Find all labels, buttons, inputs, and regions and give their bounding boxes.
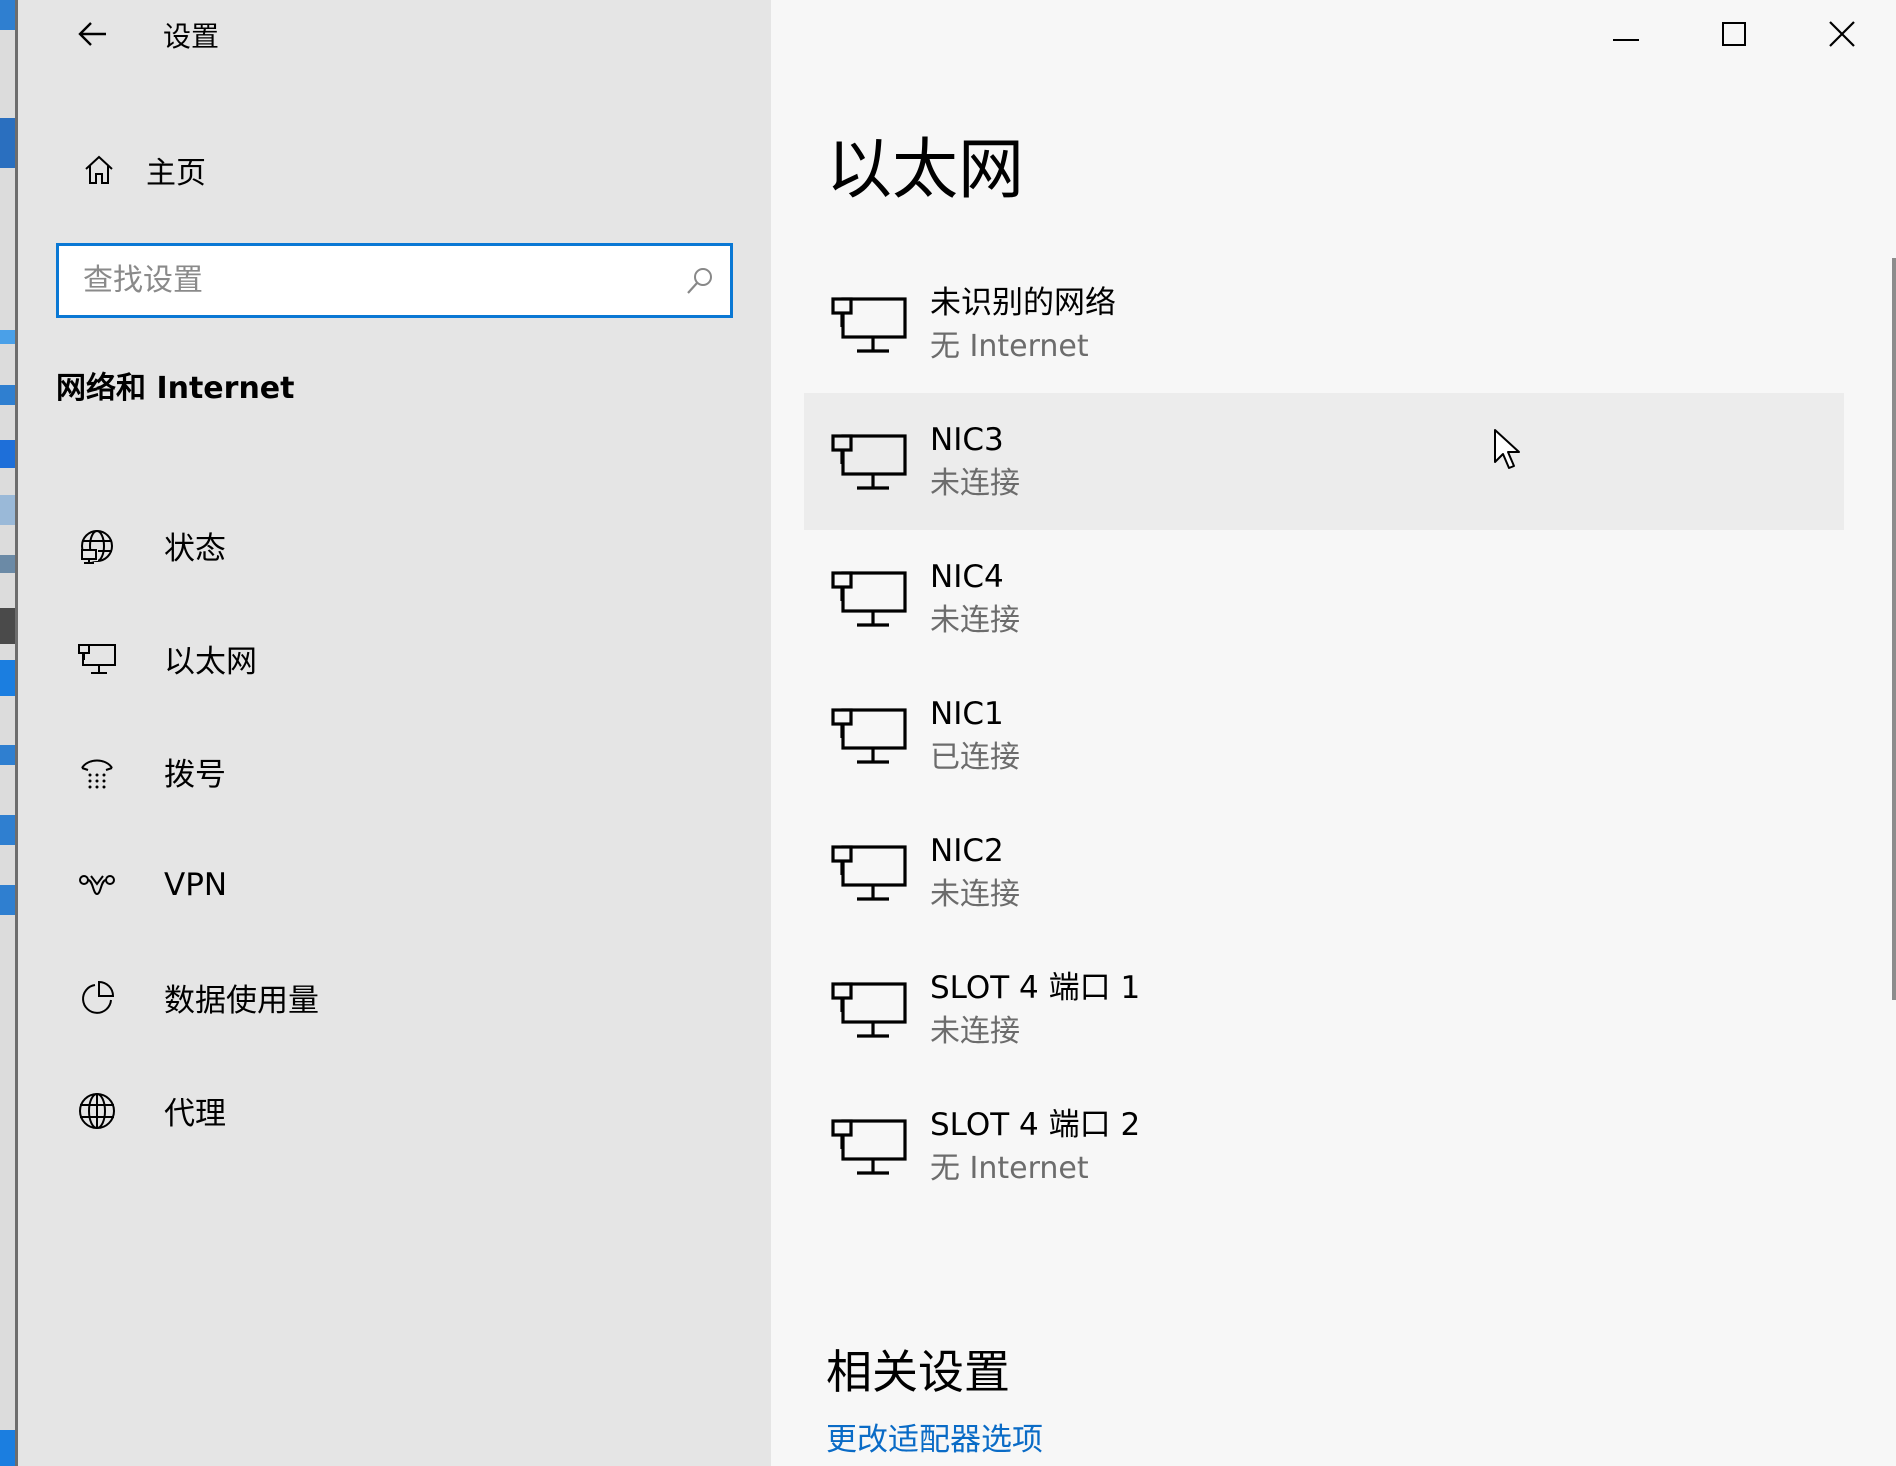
network-list: 未识别的网络 无 Internet NIC3 未连接 NIC4 未连接 NIC1… <box>804 256 1844 1215</box>
related-settings-title: 相关设置 <box>826 1345 1010 1399</box>
app-title: 设置 <box>163 20 220 53</box>
search-box[interactable] <box>56 243 733 318</box>
network-name: NIC2 <box>930 832 1004 869</box>
network-status: 无 Internet <box>930 1150 1089 1186</box>
sidebar-item-label: 以太网 <box>164 644 257 680</box>
desktop-icon[interactable] <box>0 0 15 30</box>
ethernet-icon <box>826 1115 912 1179</box>
ethernet-icon <box>826 293 912 357</box>
ethernet-icon <box>826 430 912 494</box>
home-icon <box>72 153 126 187</box>
network-item[interactable]: NIC1 已连接 <box>804 667 1844 804</box>
sidebar-item-label: VPN <box>164 866 228 903</box>
network-name: NIC1 <box>930 695 1004 732</box>
mouse-cursor-icon <box>1493 428 1523 472</box>
change-adapter-options-link[interactable]: 更改适配器选项 <box>826 1418 1043 1462</box>
network-name: 未识别的网络 <box>930 284 1116 321</box>
settings-sidebar: 设置 主页 网络和 Internet <box>18 0 771 1466</box>
desktop-icon[interactable] <box>0 1430 15 1466</box>
page-title: 以太网 <box>826 131 1024 208</box>
desktop-icon[interactable] <box>0 440 15 468</box>
network-name: NIC4 <box>930 558 1004 595</box>
window-controls <box>1572 0 1896 72</box>
maximize-icon <box>1721 21 1747 51</box>
network-item[interactable]: SLOT 4 端口 1 未连接 <box>804 941 1844 1078</box>
main-content: 以太网 未识别的网络 无 Internet NIC3 未连接 NIC4 未连接 <box>771 0 1896 1466</box>
search-input[interactable] <box>59 246 670 315</box>
network-status: 未连接 <box>930 465 1020 501</box>
sidebar-item-label: 代理 <box>164 1096 226 1132</box>
ethernet-icon <box>70 642 124 676</box>
ethernet-icon <box>826 704 912 768</box>
vpn-icon <box>70 870 124 900</box>
network-status: 未连接 <box>930 602 1020 638</box>
ethernet-icon <box>826 841 912 905</box>
data-usage-icon <box>70 979 124 1017</box>
desktop-icon[interactable] <box>0 330 15 344</box>
desktop-icon[interactable] <box>0 495 15 525</box>
desktop-icon[interactable] <box>0 608 15 644</box>
network-item[interactable]: NIC2 未连接 <box>804 804 1844 941</box>
ethernet-icon <box>826 978 912 1042</box>
network-name: SLOT 4 端口 1 <box>930 969 1141 1006</box>
globe-status-icon <box>70 527 124 565</box>
sidebar-item-dialup[interactable]: 拨号 <box>36 715 771 828</box>
back-button[interactable] <box>68 14 118 58</box>
network-status: 未连接 <box>930 876 1020 912</box>
close-icon <box>1828 20 1856 52</box>
network-name: NIC3 <box>930 421 1004 458</box>
globe-icon <box>70 1091 124 1131</box>
scrollbar[interactable] <box>1892 258 1896 1000</box>
desktop-icon[interactable] <box>0 745 15 765</box>
network-item[interactable]: NIC4 未连接 <box>804 530 1844 667</box>
desktop-icon[interactable] <box>0 118 15 168</box>
sidebar-item-label: 状态 <box>164 531 226 567</box>
maximize-button[interactable] <box>1680 0 1788 72</box>
minimize-button[interactable] <box>1572 0 1680 72</box>
network-item[interactable]: NIC3 未连接 <box>804 393 1844 530</box>
sidebar-item-label: 拨号 <box>164 757 226 793</box>
network-item[interactable]: 未识别的网络 无 Internet <box>804 256 1844 393</box>
network-status: 已连接 <box>930 739 1020 775</box>
network-status: 未连接 <box>930 1013 1020 1049</box>
sidebar-item-label: 数据使用量 <box>164 983 319 1019</box>
desktop-icon[interactable] <box>0 555 15 573</box>
sidebar-item-vpn[interactable]: VPN <box>36 828 771 941</box>
sidebar-item-proxy[interactable]: 代理 <box>36 1054 771 1167</box>
sidebar-nav: 状态 以太网 拨号 VPN 数据使用量 代理 <box>36 489 771 1167</box>
back-arrow-icon <box>78 21 108 51</box>
section-title: 网络和 Internet <box>56 371 295 406</box>
ethernet-icon <box>826 567 912 631</box>
sidebar-item-data-usage[interactable]: 数据使用量 <box>36 941 771 1054</box>
network-status: 无 Internet <box>930 328 1089 364</box>
desktop-icon[interactable] <box>0 385 15 405</box>
sidebar-item-ethernet[interactable]: 以太网 <box>36 602 771 715</box>
sidebar-item-status[interactable]: 状态 <box>36 489 771 602</box>
desktop-icon[interactable] <box>0 885 15 915</box>
search-icon[interactable] <box>670 246 730 315</box>
network-item[interactable]: SLOT 4 端口 2 无 Internet <box>804 1078 1844 1215</box>
minimize-icon <box>1612 27 1640 46</box>
sidebar-item-home[interactable]: 主页 <box>56 140 756 200</box>
desktop-icon[interactable] <box>0 815 15 845</box>
sidebar-item-label: 主页 <box>146 156 206 191</box>
desktop-icon[interactable] <box>0 660 15 696</box>
close-button[interactable] <box>1788 0 1896 72</box>
dialup-icon <box>70 754 124 790</box>
network-name: SLOT 4 端口 2 <box>930 1106 1141 1143</box>
